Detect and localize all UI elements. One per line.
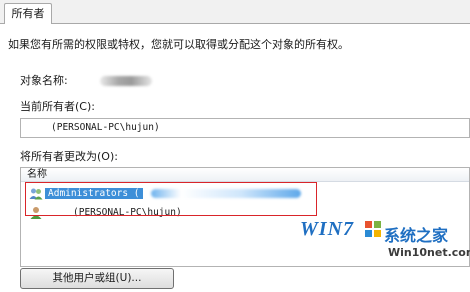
watermark-site-name: 系统之家 [384,226,449,245]
current-owner-field: (PERSONAL-PC\hujun) [20,118,470,138]
watermark-logo-text: WIN7 [300,218,355,240]
tab-owner[interactable]: 所有者 [4,3,52,25]
current-owner-value: (PERSONAL-PC\hujun) [51,122,160,133]
tab-strip: 所有者 [0,0,470,25]
windows-flag-icon [365,221,381,237]
description-text: 如果您有所需的权限或特权，您就可以取得或分配这个对象的所有权。 [8,38,349,51]
object-name-value-redacted [100,76,152,86]
other-users-or-groups-button[interactable]: 其他用户或组(U)... [20,268,174,289]
watermark: WIN7 系统之家 Win10net.com [300,214,470,292]
object-name-label: 对象名称: [20,74,68,87]
selection-highlight-box [25,182,317,216]
watermark-url: Win10net.com [388,246,470,259]
change-owner-label: 将所有者更改为(O): [20,150,118,163]
current-owner-label: 当前所有者(C): [20,100,95,113]
column-header-name[interactable]: 名称 [21,168,469,182]
